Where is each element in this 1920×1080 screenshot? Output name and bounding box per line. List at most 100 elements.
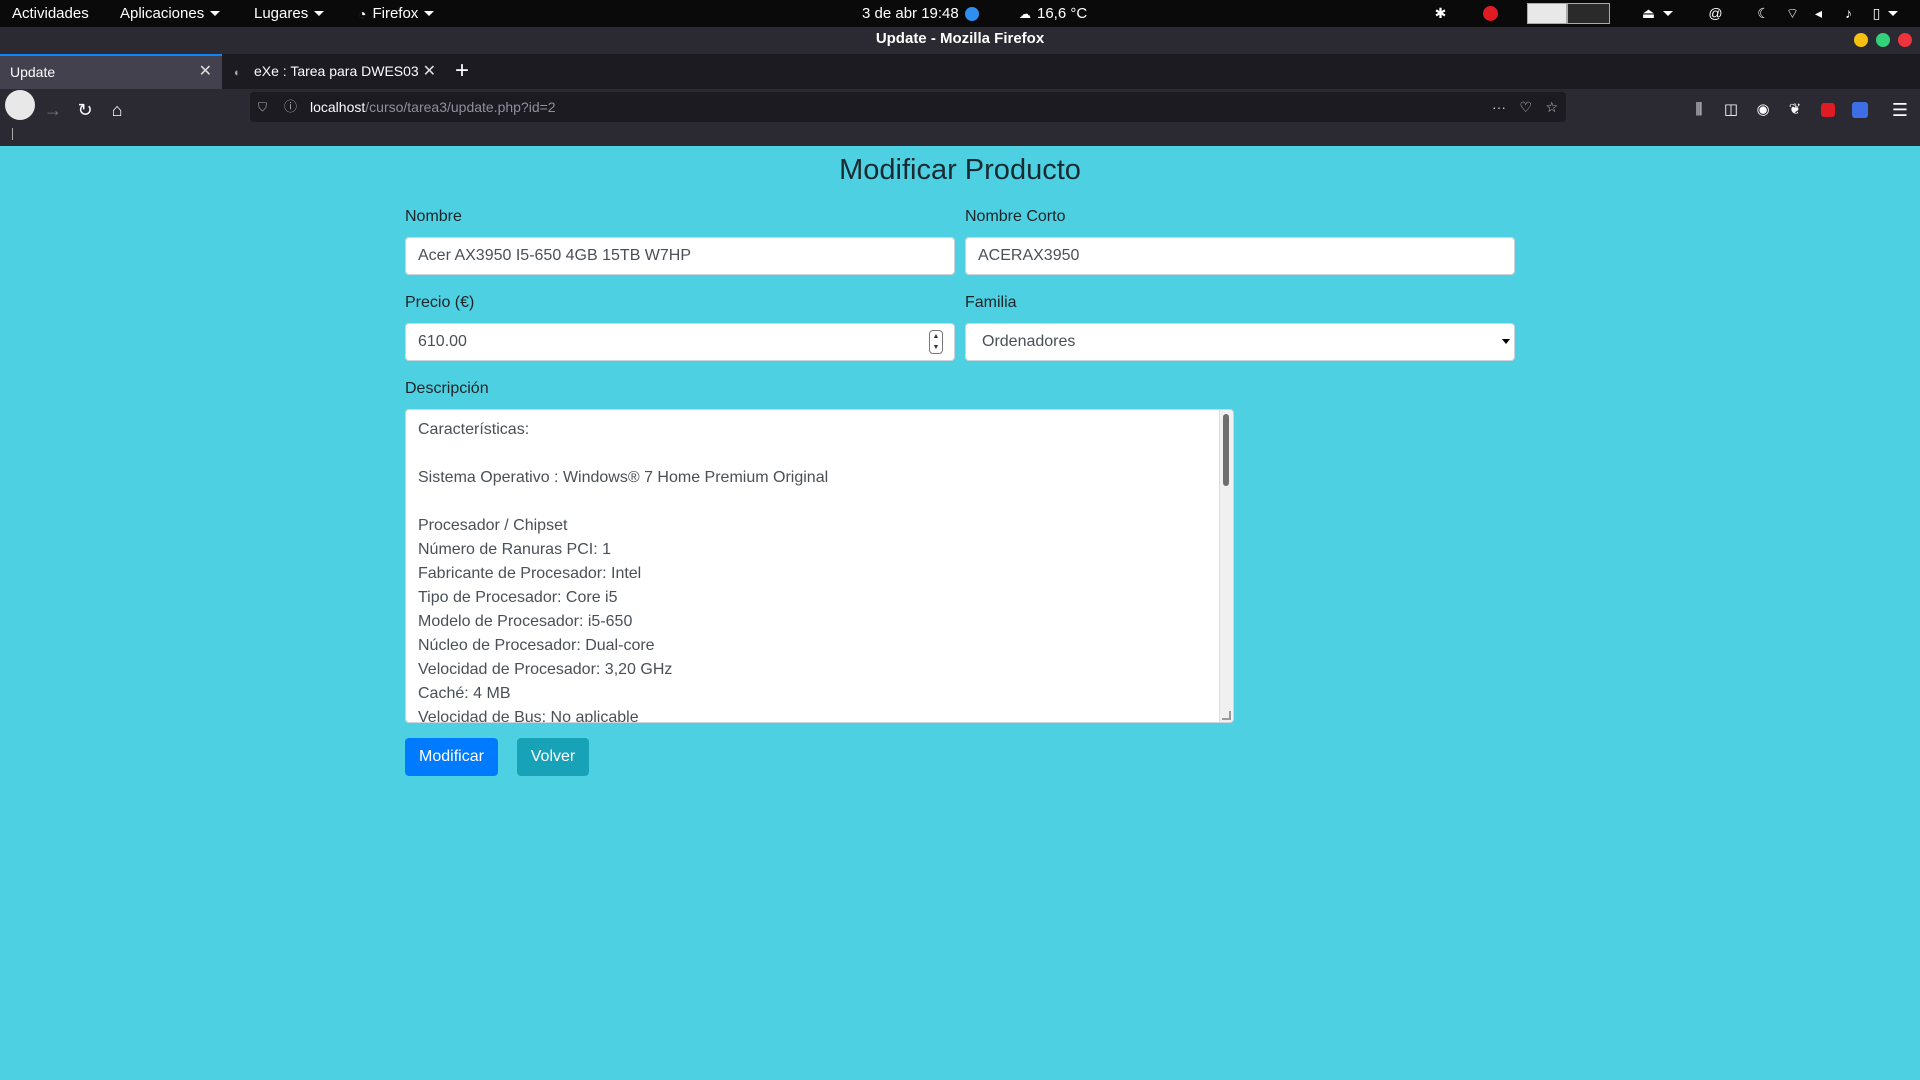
window-title: Update - Mozilla Firefox xyxy=(875,30,1045,47)
activities-button[interactable]: Actividades xyxy=(12,5,89,22)
nombre-value: Acer AX3950 I5-650 4GB 15TB W7HP xyxy=(418,247,692,264)
applications-menu[interactable]: Aplicaciones xyxy=(120,5,221,22)
night-light-icon: ☾ xyxy=(1757,5,1770,21)
home-icon[interactable]: ⌂ xyxy=(102,95,132,125)
clock[interactable]: 3 de abr 19:48 xyxy=(862,5,979,22)
url-bar[interactable]: ⛉ ⓘ localhost/curso/tarea3/update.php?id… xyxy=(250,92,1566,122)
maximize-button[interactable] xyxy=(1876,33,1890,47)
descripcion-line: Sistema Operativo : Windows® 7 Home Prem… xyxy=(418,469,829,486)
workspace-2[interactable] xyxy=(1567,3,1610,24)
page-actions-icon[interactable]: ··· xyxy=(1492,92,1506,122)
descripcion-line xyxy=(418,442,828,466)
nombre-label: Nombre xyxy=(405,208,462,225)
extension-red-icon[interactable] xyxy=(1813,95,1843,125)
descripcion-line: Velocidad de Procesador: 3,20 GHz xyxy=(418,661,673,678)
nombre-input[interactable]: Acer AX3950 I5-650 4GB 15TB W7HP xyxy=(405,237,955,275)
new-tab-icon[interactable]: + xyxy=(455,56,469,86)
scrollbar-thumb[interactable] xyxy=(1223,414,1229,486)
forward-icon[interactable]: → xyxy=(38,95,68,125)
weather-indicator[interactable]: ☁ 16,6 °C xyxy=(1019,5,1087,22)
applications-label: Aplicaciones xyxy=(120,5,205,22)
volver-button[interactable]: Volver xyxy=(517,738,589,776)
close-icon[interactable]: ✕ xyxy=(199,56,212,88)
firefox-icon: ◔ xyxy=(358,5,367,22)
tab-exe[interactable]: ◐ eXe : Tarea para DWES03 ✕ xyxy=(224,54,446,89)
nombre-corto-label: Nombre Corto xyxy=(965,208,1066,225)
system-top-bar: Actividades Aplicaciones Lugares ◔ Firefo… xyxy=(0,0,1920,27)
nombre-corto-input[interactable]: ACERAX3950 xyxy=(965,237,1515,275)
datetime-label: 3 de abr 19:48 xyxy=(862,5,959,22)
shield-icon[interactable]: ⛉ xyxy=(258,92,267,122)
at-sign-icon[interactable]: @ xyxy=(1707,5,1724,22)
places-menu[interactable]: Lugares xyxy=(254,5,325,22)
chevron-down-icon[interactable] xyxy=(1888,11,1898,16)
precio-label: Precio (€) xyxy=(405,294,475,311)
eject-icon[interactable]: ⏏ xyxy=(1640,5,1657,22)
descripcion-line: Velocidad de Bus: No aplicable xyxy=(418,709,639,723)
notification-icon xyxy=(964,6,979,21)
url-path: /curso/tarea3/update.php?id=2 xyxy=(365,99,556,115)
chevron-down-icon xyxy=(1502,339,1510,344)
bookmark-star-icon[interactable]: ☆ xyxy=(1545,92,1558,122)
weather-icon: ☁ xyxy=(1019,6,1031,21)
places-label: Lugares xyxy=(254,5,309,22)
loading-indicator xyxy=(12,128,13,140)
precio-value: 610.00 xyxy=(418,333,467,350)
page-title: Modificar Producto xyxy=(839,154,1081,186)
close-window-button[interactable] xyxy=(1898,33,1912,47)
descripcion-line: Caché: 4 MB xyxy=(418,685,511,702)
page-content: Modificar Producto Nombre Acer AX3950 I5… xyxy=(0,146,1920,1080)
modificar-button[interactable]: Modificar xyxy=(405,738,498,776)
chevron-down-icon xyxy=(1663,11,1673,16)
navigation-bar: → ↻ ⌂ ⛉ ⓘ localhost/curso/tarea3/update.… xyxy=(0,89,1920,146)
chevron-down-icon xyxy=(424,11,435,16)
precio-input[interactable]: 610.00 ▲ ▼ xyxy=(405,323,955,361)
textarea-scrollbar[interactable] xyxy=(1219,410,1233,722)
microphone-icon: ♪ xyxy=(1845,5,1852,21)
settings-tray-icon[interactable]: ✱ xyxy=(1432,5,1449,22)
tab-label: eXe : Tarea para DWES03 xyxy=(254,63,419,79)
exe-favicon-icon: ◐ xyxy=(234,67,241,79)
workspace-1[interactable] xyxy=(1527,3,1567,24)
chevron-down-icon xyxy=(314,11,325,16)
descripcion-line: Número de Ranuras PCI: 1 xyxy=(418,541,611,558)
activities-label: Actividades xyxy=(12,5,89,22)
weather-label: 16,6 °C xyxy=(1037,5,1088,22)
app-menu-label: Firefox xyxy=(372,5,419,22)
pocket-icon[interactable]: ♡ xyxy=(1519,92,1532,122)
descripcion-line: Tipo de Procesador: Core i5 xyxy=(418,589,618,606)
info-icon[interactable]: ⓘ xyxy=(284,92,297,122)
url-host: localhost xyxy=(310,99,366,115)
familia-select[interactable]: Ordenadores xyxy=(965,323,1515,361)
extension-video-icon[interactable] xyxy=(1845,95,1875,125)
descripcion-line xyxy=(418,490,828,514)
tab-update[interactable]: Update ✕ xyxy=(0,54,222,89)
number-spinner[interactable]: ▲ ▼ xyxy=(929,330,943,354)
descripcion-line: Procesador / Chipset xyxy=(418,517,568,534)
nombre-corto-value: ACERAX3950 xyxy=(978,247,1080,264)
descripcion-line: Modelo de Procesador: i5-650 xyxy=(418,613,633,630)
descripcion-text: Características: Sistema Operativo : Wind… xyxy=(418,418,829,723)
battery-icon: ▯ xyxy=(1872,5,1881,21)
tab-strip: Update ✕ ◐ eXe : Tarea para DWES03 ✕ + xyxy=(0,54,1920,89)
descripcion-line: Núcleo de Procesador: Dual-core xyxy=(418,637,655,654)
descripcion-textarea[interactable]: Características: Sistema Operativo : Wind… xyxy=(405,409,1234,723)
sidebar-icon[interactable]: ◫ xyxy=(1716,95,1746,125)
descripcion-line: Fabricante de Procesador: Intel xyxy=(418,565,642,582)
url-text[interactable]: localhost/curso/tarea3/update.php?id=2 xyxy=(310,92,556,122)
resize-handle[interactable] xyxy=(1222,711,1231,720)
extension-icon[interactable]: ❦ xyxy=(1780,95,1810,125)
menu-icon[interactable]: ☰ xyxy=(1885,95,1915,125)
close-icon[interactable]: ✕ xyxy=(418,54,436,89)
reload-icon[interactable]: ↻ xyxy=(70,95,100,125)
account-icon[interactable]: ◉ xyxy=(1748,95,1778,125)
volume-icon: ◂ xyxy=(1814,5,1823,21)
minimize-button[interactable] xyxy=(1854,33,1868,47)
chevron-down-icon xyxy=(210,11,221,16)
descripcion-label: Descripción xyxy=(405,380,489,397)
library-icon[interactable]: ⫼ xyxy=(1684,95,1714,125)
app-menu[interactable]: ◔ Firefox xyxy=(358,5,435,22)
record-tray-icon[interactable] xyxy=(1482,5,1499,22)
descripcion-line: Características: xyxy=(418,421,530,438)
back-button[interactable] xyxy=(5,90,35,120)
